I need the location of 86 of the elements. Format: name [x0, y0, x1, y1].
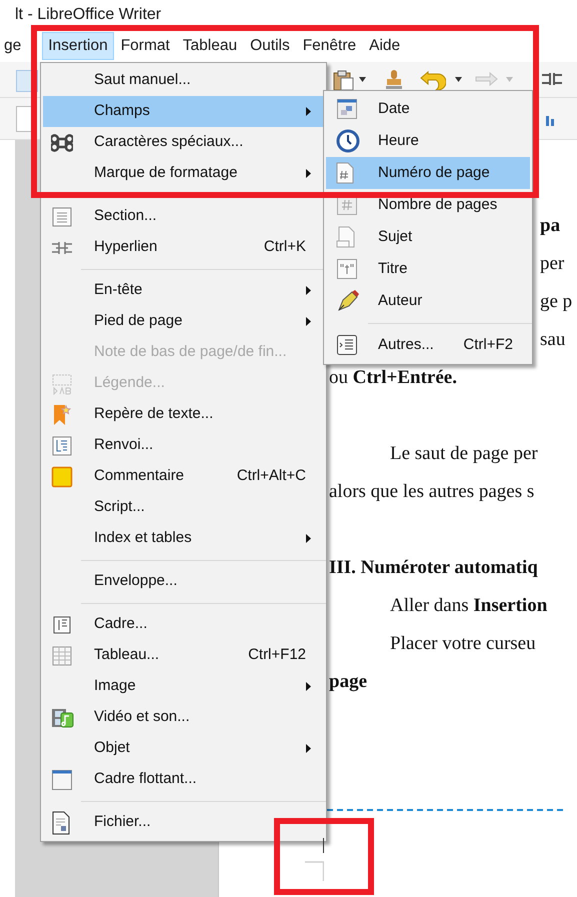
page-number-icon	[336, 162, 354, 184]
menu-item[interactable]: Champs	[43, 96, 324, 127]
shortcut-label: Ctrl+K	[264, 237, 306, 258]
frame-icon	[51, 614, 73, 636]
menu-item[interactable]: Cadre...	[43, 609, 324, 640]
table-icon	[51, 644, 73, 666]
menu-item[interactable]: Enveloppe...	[43, 566, 324, 597]
menu-item[interactable]: Autres... Ctrl+F2	[326, 329, 530, 361]
menu-item[interactable]: Hyperlien Ctrl+K	[43, 232, 324, 263]
menu-item[interactable]: Vidéo et son...	[43, 702, 324, 733]
caption-icon	[51, 372, 73, 394]
menu-item[interactable]: Nombre de pages	[326, 189, 530, 221]
heading-text: page	[329, 670, 367, 694]
menu-item[interactable]: Fichier...	[43, 807, 324, 838]
menu-item[interactable]: Heure	[326, 125, 530, 157]
menu-item[interactable]: Marque de formatage	[43, 158, 324, 189]
pen-icon	[336, 289, 360, 313]
menu-item[interactable]: Commentaire Ctrl+Alt+C	[43, 461, 324, 492]
clock-icon	[336, 129, 360, 153]
submenu-arrow-icon	[306, 682, 311, 691]
paragraph-text: Placer votre curseu	[390, 632, 536, 656]
film-music-icon	[51, 706, 75, 728]
menu-item[interactable]: Tableau	[176, 32, 244, 60]
heading-text: pa	[540, 214, 560, 238]
menu-item[interactable]: Date	[326, 93, 530, 125]
menu-item[interactable]: Insertion	[42, 32, 114, 60]
document-icon	[51, 810, 71, 834]
menu-item[interactable]: Index et tables	[43, 523, 324, 554]
stamp-icon[interactable]	[384, 68, 404, 90]
submenu-arrow-icon	[306, 317, 311, 326]
menu-item[interactable]: Script...	[43, 492, 324, 523]
paragraph-text: ge p	[540, 290, 572, 314]
list-icon	[336, 334, 358, 356]
toolbar-icon[interactable]	[545, 114, 557, 128]
paragraph-text: per	[540, 252, 564, 276]
menu-item[interactable]: Repère de texte...	[43, 399, 324, 430]
clipboard-icon[interactable]	[332, 69, 354, 91]
submenu-arrow-icon	[306, 286, 311, 295]
submenu-arrow-icon	[306, 169, 311, 178]
text-cursor	[323, 838, 324, 853]
caret-icon[interactable]	[455, 77, 462, 82]
submenu-arrow-icon	[306, 107, 311, 116]
heading-text: III. Numéroter automatiq	[329, 556, 538, 580]
shortcut-label: Ctrl+F2	[463, 334, 513, 355]
bookmark-icon	[51, 402, 71, 426]
calendar-icon	[336, 98, 358, 120]
note-icon	[51, 466, 73, 488]
submenu-arrow-icon	[306, 744, 311, 753]
paragraph-text: Aller dans Insertion	[390, 594, 548, 618]
menu-item[interactable]: Objet	[43, 733, 324, 764]
menu-item[interactable]: En-tête	[43, 275, 324, 306]
menu-item[interactable]: Auteur	[326, 285, 530, 317]
menu-item[interactable]: Section...	[43, 201, 324, 232]
undo-icon[interactable]	[420, 70, 446, 90]
menu-item[interactable]: Sujet	[326, 221, 530, 253]
menu-item[interactable]: Titre	[326, 253, 530, 285]
command-icon	[51, 132, 73, 154]
menu-item[interactable]: Aide	[363, 32, 406, 60]
menu-item[interactable]: Outils	[244, 32, 296, 60]
window-icon	[51, 768, 73, 790]
menu-item[interactable]: Cadre flottant...	[43, 764, 324, 795]
menu-item[interactable]: Renvoi...	[43, 430, 324, 461]
menu-item[interactable]: Pied de page	[43, 306, 324, 337]
window-title: lt - LibreOffice Writer	[15, 6, 162, 23]
paragraph-text: alors que les autres pages s	[329, 480, 534, 504]
section-icon	[51, 206, 73, 228]
menu-item[interactable]: Format	[114, 32, 176, 60]
paragraph-text: sau	[540, 328, 566, 352]
submenu-arrow-icon	[306, 534, 311, 543]
cross-reference-icon	[51, 434, 73, 456]
link-icon	[51, 240, 73, 256]
menu-item[interactable]: Tableau... Ctrl+F12	[43, 640, 324, 671]
shortcut-label: Ctrl+F12	[248, 645, 306, 666]
page-icon	[336, 226, 356, 248]
link-icon[interactable]	[540, 70, 564, 88]
paragraph-text: Le saut de page per	[390, 442, 538, 466]
menu-item[interactable]: Fenêtre	[296, 32, 362, 60]
shortcut-label: Ctrl+Alt+C	[236, 466, 306, 486]
menu-item[interactable]: Caractères spéciaux...	[43, 127, 324, 158]
quote-icon	[336, 258, 358, 280]
paragraph-text: ou Ctrl+Entrée.	[329, 366, 457, 390]
menu-item[interactable]: ge	[0, 32, 28, 60]
caret-icon[interactable]	[359, 77, 366, 82]
corner-mark	[305, 861, 324, 881]
menu-item[interactable]: Image	[43, 671, 324, 702]
menu-item[interactable]: Numéro de page	[326, 157, 530, 189]
